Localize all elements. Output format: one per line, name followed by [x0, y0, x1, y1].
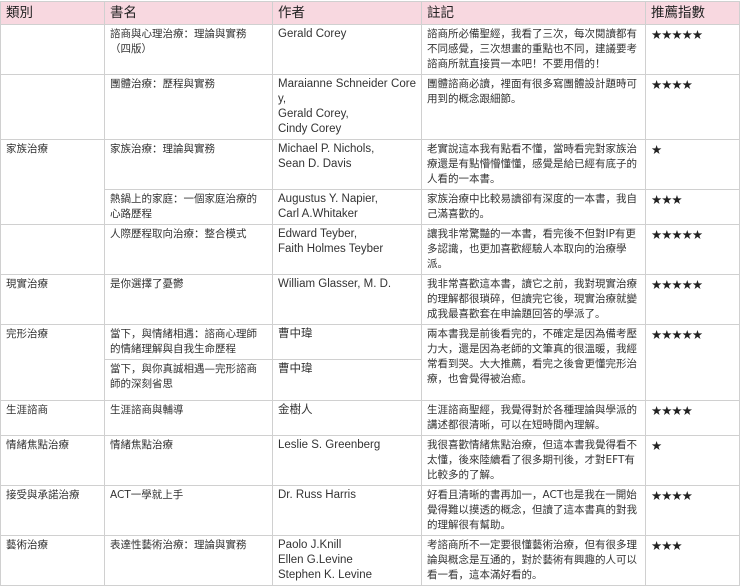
title-cell: 團體治療：歷程與實務 [104, 74, 273, 140]
table-row: 接受與承諾治療 ACT一學就上手 Dr. Russ Harris 好看且清晰的書… [0, 485, 740, 536]
rating-stars: ★★★★★ [645, 224, 740, 275]
rating-stars: ★★★★★ [645, 24, 740, 75]
rating-stars: ★★★ [645, 189, 740, 225]
title-cell: 人際歷程取向治療：整合模式 [104, 224, 273, 275]
category-cell: 接受與承諾治療 [0, 485, 105, 536]
author-cell: Maraianne Schneider Corey, Gerald Corey, C… [272, 74, 422, 140]
header-note: 註記 [421, 1, 646, 25]
table-row: 人際歷程取向治療：整合模式 Edward Teyber, Faith Holmes… [0, 224, 740, 275]
book-recommendation-table: 類別 書名 作者 註記 推薦指數 諮商與心理治療：理論與實務（四版） Geral… [0, 1, 740, 586]
author-cell: Augustus Y. Napier, Carl A.Whitaker [272, 189, 422, 225]
author-name: 金樹人 [278, 404, 313, 416]
author-name: William Glasser, M. D. [278, 278, 392, 290]
table-row: 家族治療 家族治療：理論與實務 Michael P. Nichols, Sean … [0, 139, 740, 225]
author-cell: 金樹人 [272, 400, 422, 436]
author-name: Michael P. Nichols, [278, 143, 375, 155]
title-cell: 是你選擇了憂鬱 [104, 274, 273, 325]
note-cell: 諮商所必備聖經，我看了三次，每次閱讀都有不同感覺，三次想畫的重點也不同，建議要考… [421, 24, 646, 75]
table-row: 現實治療 是你選擇了憂鬱 William Glasser, M. D. 我非常喜… [0, 274, 740, 325]
header-rating: 推薦指數 [645, 1, 740, 25]
author-name: Maraianne Schneider Corey, [278, 78, 416, 105]
category-cell: 完形治療 [0, 324, 105, 401]
title-cell: 諮商與心理治療：理論與實務（四版） [104, 24, 273, 75]
category-cell [0, 74, 105, 140]
table-header-row: 類別 書名 作者 註記 推薦指數 [0, 1, 740, 25]
note-cell: 生涯諮商聖經，我覺得對於各種理論與學派的講述都很清晰，可以在短時間內理解。 [421, 400, 646, 436]
note-cell: 讓我非常驚豔的一本書，看完後不但對IP有更多認識，也更加喜歡經驗人本取向的治療學… [421, 224, 646, 275]
author-cell: Paolo J.Knill Ellen G.Levine Stephen K. Le… [272, 535, 422, 586]
author-name: Stephen K. Levine [278, 569, 372, 581]
title-cell: 生涯諮商與輔導 [104, 400, 273, 436]
author-name: Cindy Corey [278, 123, 342, 135]
title-cell: 當下，與情緒相遇：諮商心理師的情緒理解與自我生命歷程 [104, 324, 273, 360]
author-cell: 曹中瑋 [272, 359, 422, 401]
title-cell: 熱鍋上的家庭：一個家庭治療的心路歷程 [104, 189, 273, 225]
category-cell [0, 224, 105, 275]
author-cell: Gerald Corey [272, 24, 422, 75]
rating-stars: ★★★★★ [645, 274, 740, 325]
author-cell: William Glasser, M. D. [272, 274, 422, 325]
title-cell: 表達性藝術治療：理論與實務 [104, 535, 273, 586]
category-cell: 家族治療 [0, 139, 105, 225]
title-cell: 當下，與你真誠相遇—完形諮商師的深刻省思 [104, 359, 273, 401]
category-cell: 情緒焦點治療 [0, 435, 105, 486]
note-cell: 兩本書我是前後看完的，不確定是因為備考壓力大，還是因為老師的文筆真的很溫暖，我經… [421, 324, 646, 401]
author-name: Gerald Corey [278, 28, 347, 40]
title-cell: 家族治療：理論與實務 [104, 139, 273, 190]
rating-stars: ★ [645, 139, 740, 190]
category-cell [0, 24, 105, 75]
title-cell: ACT一學就上手 [104, 485, 273, 536]
note-cell: 我非常喜歡這本書，讀它之前，我對現實治療的理解都很瑣碎，但讀完它後，現實治療就變… [421, 274, 646, 325]
author-name: Leslie S. Greenberg [278, 439, 381, 451]
author-cell: Leslie S. Greenberg [272, 435, 422, 486]
author-name: Carl A.Whitaker [278, 208, 358, 220]
rating-stars: ★★★ [645, 535, 740, 586]
author-name: Ellen G.Levine [278, 554, 353, 566]
table-row: 完形治療 當下，與情緒相遇：諮商心理師的情緒理解與自我生命歷程 曹中瑋 兩本書我… [0, 324, 740, 401]
table-row: 藝術治療 表達性藝術治療：理論與實務 Paolo J.Knill Ellen G.… [0, 535, 740, 586]
note-cell: 老實說這本我有點看不懂，當時看完對家族治療還是有點懵懵懂懂，感覺是給已經有底子的… [421, 139, 646, 190]
note-cell: 考諮商所不一定要很懂藝術治療，但有很多理論與概念是互通的，對於藝術有興趣的人可以… [421, 535, 646, 586]
header-category: 類別 [0, 1, 105, 25]
author-name: Paolo J.Knill [278, 539, 342, 551]
author-cell: Edward Teyber, Faith Holmes Teyber [272, 224, 422, 275]
author-cell: Michael P. Nichols, Sean D. Davis [272, 139, 422, 190]
rating-stars: ★★★★ [645, 485, 740, 536]
rating-stars: ★★★★ [645, 74, 740, 140]
header-title: 書名 [104, 1, 273, 25]
category-cell: 生涯諮商 [0, 400, 105, 436]
table-row: 團體治療：歷程與實務 Maraianne Schneider Corey, Ger… [0, 74, 740, 140]
category-cell: 藝術治療 [0, 535, 105, 586]
table-row: 諮商與心理治療：理論與實務（四版） Gerald Corey 諮商所必備聖經，我… [0, 24, 740, 75]
rating-stars: ★★★★ [645, 400, 740, 436]
rating-stars: ★ [645, 435, 740, 486]
note-cell: 我很喜歡情緒焦點治療，但這本書我覺得看不太懂，後來陸續看了很多期刊後，才對EFT… [421, 435, 646, 486]
title-cell: 情緒焦點治療 [104, 435, 273, 486]
rating-stars: ★★★★★ [645, 324, 740, 401]
category-cell: 現實治療 [0, 274, 105, 325]
author-name: Faith Holmes Teyber [278, 243, 384, 255]
note-cell: 好看且清晰的書再加一，ACT也是我在一開始覺得難以摸透的概念，但讀了這本書真的對… [421, 485, 646, 536]
author-name: 曹中瑋 [278, 328, 313, 340]
note-cell: 團體諮商必讀，裡面有很多寫團體設計題時可用到的概念跟細節。 [421, 74, 646, 140]
author-name: Sean D. Davis [278, 158, 352, 170]
table-row: 生涯諮商 生涯諮商與輔導 金樹人 生涯諮商聖經，我覺得對於各種理論與學派的講述都… [0, 400, 740, 436]
author-name: Edward Teyber, [278, 228, 358, 240]
author-cell: Dr. Russ Harris [272, 485, 422, 536]
note-cell: 家族治療中比較易讀卻有深度的一本書，我自己滿喜歡的。 [421, 189, 646, 225]
author-name: Dr. Russ Harris [278, 489, 356, 501]
table-row: 熱鍋上的家庭：一個家庭治療的心路歷程 Augustus Y. Napier, Ca… [1, 189, 740, 225]
table-row: 情緒焦點治療 情緒焦點治療 Leslie S. Greenberg 我很喜歡情緒… [0, 435, 740, 486]
author-name: Augustus Y. Napier, [278, 193, 378, 205]
author-name: 曹中瑋 [278, 363, 313, 375]
header-author: 作者 [272, 1, 422, 25]
author-cell: 曹中瑋 [272, 324, 422, 360]
author-name: Gerald Corey, [278, 108, 349, 120]
